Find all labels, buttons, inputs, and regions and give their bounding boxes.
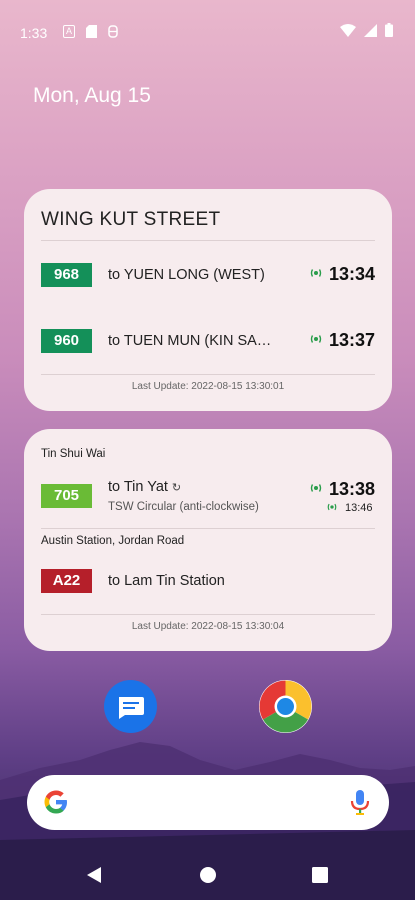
eta-widget-wing-kut-street[interactable]: WING KUT STREET 968 to YUEN LONG (WEST) … (24, 189, 392, 411)
route-badge: 705 (41, 484, 92, 508)
divider (41, 528, 375, 529)
realtime-signal-icon (310, 335, 322, 343)
route-description: TSW Circular (anti-clockwise) (108, 501, 259, 513)
route-destination: to Lam Tin Station (108, 573, 225, 589)
date-widget[interactable]: Mon, Aug 15 (33, 84, 151, 108)
route-destination: to YUEN LONG (WEST) (108, 267, 265, 283)
home-icon[interactable] (199, 866, 217, 884)
eta-time: 13:34 (329, 264, 376, 284)
last-update: Last Update: 2022-08-15 13:30:01 (131, 381, 285, 392)
route-destination: to Tin Yat ↻ (108, 479, 308, 495)
eta-widget-tin-shui-wai[interactable]: Tin Shui Wai 705 to Tin Yat ↻ TSW Circula… (24, 429, 392, 651)
eta-time-secondary: 13:46 (345, 502, 373, 514)
stop-name: Austin Station, Jordan Road (41, 535, 185, 547)
sync-icon (107, 25, 119, 38)
mic-icon[interactable] (349, 789, 371, 816)
google-search-bar[interactable] (27, 775, 389, 830)
last-update: Last Update: 2022-08-15 13:30:04 (131, 621, 285, 632)
recents-icon[interactable] (312, 867, 328, 883)
stop-title: WING KUT STREET (41, 209, 221, 230)
messages-icon[interactable] (104, 680, 157, 733)
stop-name: Tin Shui Wai (41, 448, 106, 460)
wifi-icon (340, 23, 356, 37)
route-destination-text: to Tin Yat (108, 479, 168, 495)
status-bar: 1:33 A (0, 0, 415, 64)
eta-time: 13:38 (329, 479, 376, 499)
google-logo-icon (44, 790, 67, 814)
route-badge: 960 (41, 329, 92, 353)
notification-icons: A (63, 25, 119, 38)
route-badge: A22 (41, 569, 92, 593)
divider (41, 240, 375, 241)
signal-icon (364, 23, 377, 37)
divider (41, 374, 375, 375)
route-badge: 968 (41, 263, 92, 287)
back-icon[interactable] (86, 866, 102, 884)
circular-route-icon: ↻ (171, 482, 182, 494)
battery-icon (385, 23, 393, 37)
divider (41, 614, 375, 615)
navigation-bar (0, 848, 415, 900)
realtime-signal-icon (310, 269, 322, 277)
route-destination: to TUEN MUN (KIN SANG ESTATE) (108, 333, 280, 349)
notification-a-icon: A (63, 25, 75, 38)
realtime-signal-icon (327, 503, 337, 511)
chrome-icon[interactable] (259, 680, 312, 733)
sd-card-icon (85, 25, 97, 38)
system-status-icons (340, 23, 393, 37)
realtime-signal-icon (310, 484, 322, 492)
status-time: 1:33 (20, 25, 48, 41)
eta-time: 13:37 (329, 330, 376, 350)
